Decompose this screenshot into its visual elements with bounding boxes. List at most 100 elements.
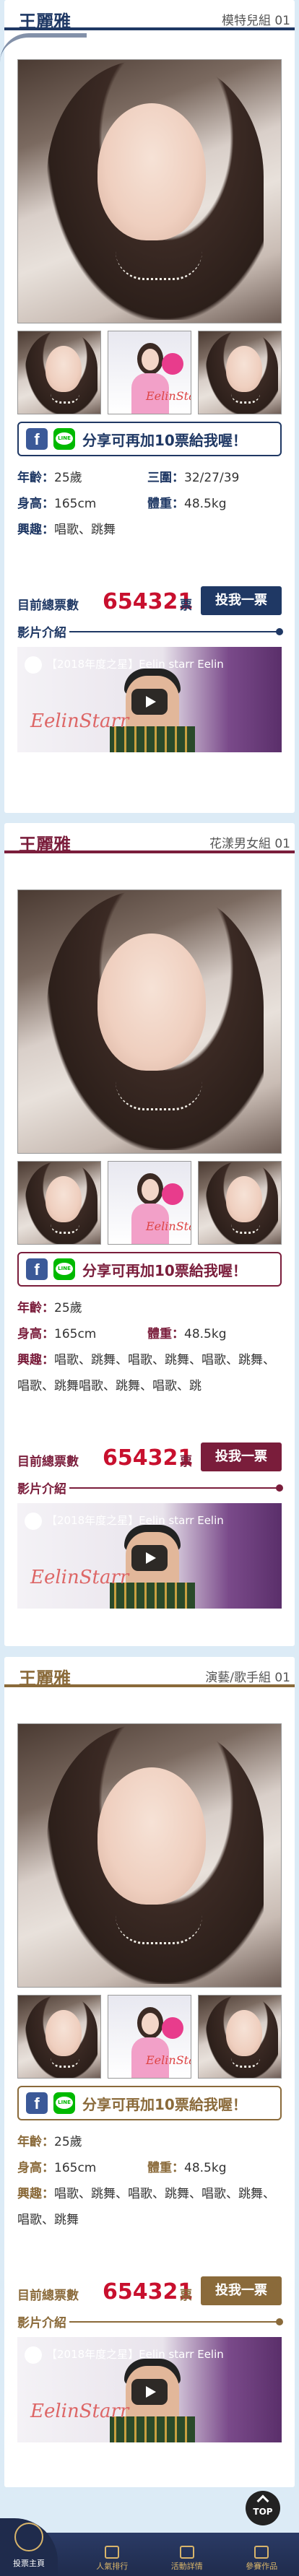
age-value: 25歲 <box>54 1301 82 1315</box>
thumbnail-logo: EelinStar <box>146 389 191 403</box>
vote-home-button[interactable]: 投票主頁 <box>0 2518 58 2576</box>
height-label: 身高： <box>17 2161 54 2175</box>
contestant-card: 王麗雅 模特兒組 01 EelinStar f LINE 分享可再加10票給我喔… <box>0 0 295 813</box>
video-watermark: EelinStarr <box>30 710 129 732</box>
thumbnail-photo[interactable]: EelinStar <box>108 1161 191 1245</box>
line-icon[interactable]: LINE <box>53 2092 75 2114</box>
age-value: 25歲 <box>54 471 82 485</box>
vote-row: 目前總票數 654321 票 投我一票 <box>17 1443 282 1471</box>
share-text: 分享可再加10票給我喔！ <box>82 1261 247 1279</box>
line-icon[interactable]: LINE <box>53 1258 75 1280</box>
play-icon[interactable] <box>131 1545 168 1571</box>
vote-count-label: 目前總票數 <box>17 2289 79 2303</box>
vote-button[interactable]: 投我一票 <box>201 2276 282 2305</box>
trophy-icon <box>179 2546 194 2559</box>
main-photo[interactable] <box>17 1723 282 1988</box>
video-label-text: 影片介紹 <box>17 626 66 640</box>
nav-item-entries[interactable]: 參賽作品 <box>233 2546 290 2572</box>
nav-item-details[interactable]: 活動詳情 <box>158 2546 216 2572</box>
play-icon[interactable] <box>131 689 168 715</box>
card-header: 王麗雅 演藝/歌手組 01 <box>4 1657 295 1689</box>
share-text: 分享可再加10票給我喔！ <box>82 2095 247 2113</box>
contestant-info: 年齡：25歲 身高：165cm 體重：48.5kg 興趣：唱歌、跳舞、唱歌、跳舞… <box>17 1295 282 1399</box>
card-header: 王麗雅 花漾男女組 01 <box>4 823 295 855</box>
channel-icon <box>25 1512 42 1530</box>
weight-label: 體重： <box>147 497 184 511</box>
vote-count-label: 目前總票數 <box>17 1455 79 1469</box>
top-button-label: TOP <box>253 2507 273 2517</box>
vote-button[interactable]: 投我一票 <box>201 586 282 615</box>
thumbnail-photo[interactable]: EelinStar <box>108 1995 191 2079</box>
facebook-icon[interactable]: f <box>26 1258 48 1280</box>
nav-item-ranking[interactable]: 人氣排行 <box>83 2546 141 2572</box>
play-icon[interactable] <box>131 2379 168 2405</box>
thumbnail-strip: EelinStar <box>17 1995 282 2079</box>
height-value: 165cm <box>54 1327 97 1341</box>
vote-count-label: 目前總票數 <box>17 599 79 613</box>
contestant-group: 花漾男女組 01 <box>209 837 290 851</box>
vote-home-label: 投票主頁 <box>13 2559 45 2568</box>
age-label: 年齡： <box>17 2135 54 2149</box>
weight-label: 體重： <box>147 1327 184 1341</box>
thumbnail-photo[interactable] <box>17 331 101 414</box>
contestant-group: 演藝/歌手組 01 <box>205 1671 290 1685</box>
video-title[interactable]: 【2018年度之星】Eelin starr Eelin <box>25 2344 277 2364</box>
contestant-info: 年齡：25歲 三圍：32/27/39 身高：165cm 體重：48.5kg 興趣… <box>17 465 282 543</box>
video-watermark: EelinStarr <box>30 2401 129 2422</box>
video-label-text: 影片介紹 <box>17 2316 66 2331</box>
vote-unit: 票 <box>180 1455 192 1469</box>
contestant-name: 王麗雅 <box>19 12 71 32</box>
logo-icon <box>14 2523 43 2551</box>
thumbnail-photo[interactable] <box>198 1161 282 1245</box>
hobby-value: 唱歌、跳舞 <box>54 523 116 537</box>
main-photo[interactable] <box>17 889 282 1154</box>
nav-label: 活動詳情 <box>170 2562 203 2571</box>
weight-value: 48.5kg <box>184 2161 227 2175</box>
video-player[interactable]: EelinStarr 【2018年度之星】Eelin starr Eelin <box>17 2337 282 2442</box>
weight-label: 體重： <box>147 2161 184 2175</box>
thumbnail-photo[interactable] <box>198 1995 282 2079</box>
line-icon[interactable]: LINE <box>53 428 75 450</box>
main-photo[interactable] <box>17 59 282 323</box>
measure-value: 32/27/39 <box>184 471 240 485</box>
divider-line <box>69 2321 282 2323</box>
thumbnail-strip: EelinStar <box>17 331 282 414</box>
contestant-name: 王麗雅 <box>19 1668 71 1689</box>
share-bar[interactable]: f LINE 分享可再加10票給我喔！ <box>17 2086 282 2120</box>
height-label: 身高： <box>17 497 54 511</box>
facebook-icon[interactable]: f <box>26 2092 48 2114</box>
contestant-group: 模特兒組 01 <box>221 14 290 28</box>
back-to-top-button[interactable]: TOP <box>246 2491 280 2525</box>
chevron-up-icon <box>256 2494 269 2507</box>
channel-icon <box>25 656 42 674</box>
thumbnail-logo: EelinStar <box>146 2053 191 2067</box>
video-player[interactable]: EelinStarr 【2018年度之星】Eelin starr Eelin <box>17 647 282 752</box>
hobby-label: 興趣： <box>17 2187 54 2201</box>
thumbnail-strip: EelinStar <box>17 1161 282 1245</box>
list-icon <box>254 2546 269 2559</box>
card-header: 王麗雅 模特兒組 01 <box>4 0 295 32</box>
video-title[interactable]: 【2018年度之星】Eelin starr Eelin <box>25 654 277 674</box>
facebook-icon[interactable]: f <box>26 428 48 450</box>
thumbnail-photo[interactable] <box>198 331 282 414</box>
vote-button[interactable]: 投我一票 <box>201 1443 282 1471</box>
vote-row: 目前總票數 654321 票 投我一票 <box>17 586 282 615</box>
share-bar[interactable]: f LINE 分享可再加10票給我喔！ <box>17 422 282 456</box>
thumbnail-photo[interactable] <box>17 1995 101 2079</box>
video-watermark: EelinStarr <box>30 1567 129 1588</box>
thumbnail-photo[interactable] <box>17 1161 101 1245</box>
video-title[interactable]: 【2018年度之星】Eelin starr Eelin <box>25 1510 277 1531</box>
video-player[interactable]: EelinStarr 【2018年度之星】Eelin starr Eelin <box>17 1503 282 1609</box>
vote-unit: 票 <box>180 599 192 613</box>
divider-line <box>69 631 282 632</box>
share-bar[interactable]: f LINE 分享可再加10票給我喔！ <box>17 1252 282 1287</box>
share-text: 分享可再加10票給我喔！ <box>82 431 247 449</box>
height-label: 身高： <box>17 1327 54 1341</box>
weight-value: 48.5kg <box>184 1327 227 1341</box>
contestant-info: 年齡：25歲 身高：165cm 體重：48.5kg 興趣：唱歌、跳舞、唱歌、跳舞… <box>17 2129 282 2233</box>
video-section-label: 影片介紹 <box>17 2312 283 2331</box>
height-value: 165cm <box>54 497 97 511</box>
thumbnail-photo[interactable]: EelinStar <box>108 331 191 414</box>
channel-icon <box>25 2346 42 2364</box>
contestant-card: 王麗雅 演藝/歌手組 01 EelinStar f LINE 分享可再加10票給… <box>4 1657 295 2487</box>
